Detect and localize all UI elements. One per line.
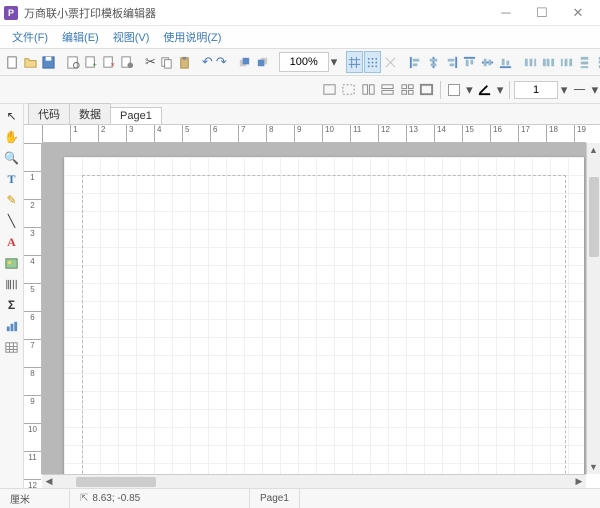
minimize-button[interactable]: ─	[488, 2, 524, 24]
status-page: Page1	[250, 489, 300, 508]
undo-button[interactable]: ↶	[201, 51, 214, 73]
line-style-dropdown[interactable]: ▾	[590, 79, 600, 101]
send-back-button[interactable]	[254, 51, 271, 73]
line-color-button[interactable]	[475, 79, 493, 101]
menu-file[interactable]: 文件(F)	[6, 27, 54, 47]
cut-button[interactable]: ✂	[144, 51, 157, 73]
workspace: ↖ ✋ 🔍 T ✎ ╲ A Σ 代码 数据 Page1 123456789101…	[0, 104, 600, 488]
scroll-left-icon[interactable]: ◀	[42, 475, 56, 489]
toolbar-main: + × ✂ ↶ ↷ ▾	[0, 48, 600, 76]
scroll-up-icon[interactable]: ▲	[587, 143, 600, 157]
line-style-1-button[interactable]	[320, 79, 338, 101]
line-style-button[interactable]	[570, 79, 588, 101]
new-button[interactable]	[4, 51, 21, 73]
font-tool[interactable]: A	[2, 232, 22, 252]
chart-tool[interactable]	[2, 316, 22, 336]
formula-tool[interactable]: Σ	[2, 295, 22, 315]
bring-front-button[interactable]	[236, 51, 253, 73]
tab-data[interactable]: 数据	[69, 103, 111, 124]
page-canvas[interactable]	[64, 157, 584, 474]
line-style-5-button[interactable]	[398, 79, 416, 101]
line-style-6-button[interactable]	[417, 79, 435, 101]
line-style-2-button[interactable]	[339, 79, 357, 101]
status-unit: 厘米	[0, 489, 70, 508]
open-button[interactable]	[22, 51, 39, 73]
grid-lines-button[interactable]	[346, 51, 363, 73]
status-bar: 厘米 ⇱ 8.63; -0.85 Page1	[0, 488, 600, 508]
preview-button[interactable]	[65, 51, 82, 73]
line-color-dropdown[interactable]: ▾	[495, 79, 505, 101]
coord-icon: ⇱	[80, 493, 88, 504]
tab-page1[interactable]: Page1	[110, 107, 162, 124]
horizontal-scrollbar[interactable]: ◀ ▶	[42, 474, 586, 488]
draw-tool[interactable]: ✎	[2, 190, 22, 210]
redo-button[interactable]: ↷	[215, 51, 228, 73]
zoom-input[interactable]	[279, 52, 329, 72]
distribute-top-button[interactable]	[576, 51, 593, 73]
snap-button[interactable]	[382, 51, 399, 73]
line-tool[interactable]: ╲	[2, 211, 22, 231]
svg-text:×: ×	[110, 60, 114, 69]
fill-color-dropdown[interactable]: ▾	[464, 79, 474, 101]
status-coords-value: 8.63; -0.85	[92, 493, 140, 504]
text-tool[interactable]: T	[2, 169, 22, 189]
window-title: 万商联小票打印模板编辑器	[24, 5, 488, 21]
zoom-tool[interactable]: 🔍	[2, 148, 22, 168]
editor-column: 代码 数据 Page1 1234567891011121314151617181…	[24, 104, 600, 488]
hscroll-thumb[interactable]	[76, 477, 156, 487]
app-icon: P	[4, 6, 18, 20]
title-bar: P 万商联小票打印模板编辑器 ─ ☐ ✕	[0, 0, 600, 26]
align-top-button[interactable]	[461, 51, 478, 73]
image-tool[interactable]	[2, 253, 22, 273]
scroll-right-icon[interactable]: ▶	[572, 475, 586, 489]
distribute-left-button[interactable]	[522, 51, 539, 73]
line-style-3-button[interactable]	[359, 79, 377, 101]
table-tool[interactable]	[2, 337, 22, 357]
align-left-button[interactable]	[407, 51, 424, 73]
editor-area: 12345678910111213141516171819 1234567891…	[24, 124, 600, 488]
grid-dots-button[interactable]	[364, 51, 381, 73]
maximize-button[interactable]: ☐	[524, 2, 560, 24]
menu-bar: 文件(F) 编辑(E) 视图(V) 使用说明(Z)	[0, 26, 600, 48]
hand-tool[interactable]: ✋	[2, 127, 22, 147]
distribute-h-button[interactable]	[540, 51, 557, 73]
save-button[interactable]	[40, 51, 57, 73]
paste-button[interactable]	[176, 51, 193, 73]
svg-text:+: +	[92, 60, 97, 69]
barcode-tool[interactable]	[2, 274, 22, 294]
align-right-button[interactable]	[443, 51, 460, 73]
fill-color-button[interactable]	[445, 79, 463, 101]
tool-palette: ↖ ✋ 🔍 T ✎ ╲ A Σ	[0, 104, 24, 488]
tab-code[interactable]: 代码	[28, 103, 70, 124]
page-settings-button[interactable]	[119, 51, 136, 73]
canvas-viewport[interactable]	[42, 143, 586, 474]
zoom-dropdown-button[interactable]: ▾	[330, 51, 339, 73]
line-width-input[interactable]	[514, 81, 558, 99]
menu-view[interactable]: 视图(V)	[107, 27, 156, 47]
close-button[interactable]: ✕	[560, 2, 596, 24]
line-width-dropdown[interactable]: ▾	[559, 79, 569, 101]
vscroll-thumb[interactable]	[589, 177, 599, 257]
line-style-4-button[interactable]	[378, 79, 396, 101]
vertical-ruler: 123456789101112	[24, 143, 42, 474]
tab-bar: 代码 数据 Page1	[24, 104, 600, 124]
vertical-scrollbar[interactable]: ▲ ▼	[586, 143, 600, 474]
distribute-v-button[interactable]	[594, 51, 600, 73]
copy-button[interactable]	[158, 51, 175, 73]
status-coords: ⇱ 8.63; -0.85	[70, 489, 250, 508]
align-center-h-button[interactable]	[425, 51, 442, 73]
distribute-right-button[interactable]	[558, 51, 575, 73]
new-page-button[interactable]: +	[83, 51, 100, 73]
menu-help[interactable]: 使用说明(Z)	[157, 27, 227, 47]
delete-page-button[interactable]: ×	[101, 51, 118, 73]
pointer-tool[interactable]: ↖	[2, 106, 22, 126]
scroll-down-icon[interactable]: ▼	[587, 460, 600, 474]
align-middle-v-button[interactable]	[479, 51, 496, 73]
toolbar-format: ▾ ▾ ▾ ▾	[0, 76, 600, 104]
horizontal-ruler: 12345678910111213141516171819	[42, 125, 586, 143]
menu-edit[interactable]: 编辑(E)	[56, 27, 105, 47]
align-bottom-button[interactable]	[497, 51, 514, 73]
